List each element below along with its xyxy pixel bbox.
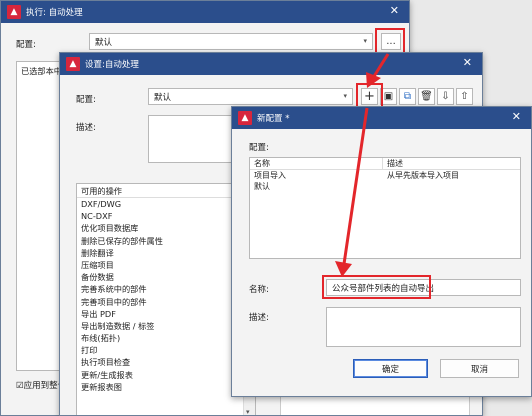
list-item[interactable]: 导出 PDF: [77, 308, 255, 320]
chevron-down-icon: ▾: [343, 92, 347, 100]
app-logo-icon: ▲: [66, 57, 80, 71]
list-item[interactable]: 更新报表图: [77, 381, 255, 393]
window-title: 设置:自动处理: [85, 60, 139, 70]
column-name-header: 名称: [250, 158, 384, 169]
list-item[interactable]: 完善项目中的部件: [77, 296, 255, 308]
window-title: 执行: 自动处理: [26, 8, 83, 18]
config-select-value: 默认: [95, 37, 113, 48]
new-config-window: ▲ 新配置 * ✕ 配置: 名称 描述 项目导入 从早先版本导入项目 默认 名称…: [231, 106, 532, 397]
app-logo-icon: ▲: [7, 5, 21, 19]
list-item[interactable]: DXF/DWG: [77, 198, 255, 210]
available-operations-list[interactable]: 可用的操作 DXF/DWG NC-DXF 优化项目数据库 删除已保存的部件属性 删除翻译…: [76, 183, 256, 415]
chevron-down-icon: ▾: [363, 37, 367, 45]
config-label: 配置:: [76, 95, 96, 105]
list-item[interactable]: 压缩项目: [77, 259, 255, 271]
name-label: 名称:: [249, 285, 269, 295]
row-desc: [383, 181, 520, 192]
more-button[interactable]: ...: [381, 33, 401, 50]
table-header: 名称 描述: [250, 158, 520, 170]
add-config-button[interactable]: +: [361, 88, 378, 105]
chevron-down-icon[interactable]: ▾: [246, 408, 250, 415]
description-label: 描述:: [76, 123, 96, 133]
list-item[interactable]: 执行项目检查: [77, 356, 255, 368]
config-label: 配置:: [16, 40, 36, 50]
list-item[interactable]: 布线(拓扑): [77, 332, 255, 344]
app-logo-icon: ▲: [238, 111, 252, 125]
list-item[interactable]: NC-DXF: [77, 210, 255, 222]
name-input-value: 公众号部件列表的自动导出: [332, 283, 435, 294]
config-label: 配置:: [249, 143, 269, 153]
new-config-titlebar: ▲ 新配置 * ✕: [232, 107, 531, 129]
row-name: 项目导入: [254, 171, 286, 180]
column-desc-header: 描述: [387, 159, 404, 168]
cancel-button[interactable]: 取消: [440, 359, 519, 378]
window-title: 新配置 *: [257, 114, 290, 124]
export-icon[interactable]: ⇧: [456, 88, 473, 105]
close-icon[interactable]: ✕: [463, 56, 472, 69]
config-select[interactable]: 默认 ▾: [148, 88, 353, 105]
list-item[interactable]: 完善系统中的部件: [77, 283, 255, 295]
config-table[interactable]: 名称 描述 项目导入 从早先版本导入项目 默认: [249, 157, 521, 259]
delete-icon[interactable]: 🗑: [418, 88, 435, 105]
list-item[interactable]: 导出制造数据 / 标签: [77, 320, 255, 332]
close-icon[interactable]: ✕: [512, 110, 521, 123]
description-input[interactable]: [326, 307, 521, 347]
list-item[interactable]: 更新/生成报表: [77, 369, 255, 381]
list-item: 已选部本中: [21, 66, 62, 76]
list-item[interactable]: 删除翻译: [77, 247, 255, 259]
list-item[interactable]: 备份数据: [77, 271, 255, 283]
operations-items: DXF/DWG NC-DXF 优化项目数据库 删除已保存的部件属性 删除翻译 压缩项目 备份…: [77, 198, 255, 393]
config-select[interactable]: 默认 ▾: [89, 33, 373, 50]
name-input[interactable]: 公众号部件列表的自动导出: [326, 279, 521, 296]
config-select-value: 默认: [154, 92, 172, 103]
list-item[interactable]: 删除已保存的部件属性: [77, 235, 255, 247]
row-desc: 从早先版本导入项目: [387, 171, 460, 180]
description-label: 描述:: [249, 313, 269, 323]
import-icon[interactable]: ⇩: [437, 88, 454, 105]
ok-button[interactable]: 确定: [353, 359, 428, 378]
close-icon[interactable]: ✕: [390, 4, 399, 17]
row-name: 默认: [254, 182, 270, 191]
list-item[interactable]: 优化项目数据库: [77, 222, 255, 234]
list-item[interactable]: 打印: [77, 344, 255, 356]
table-row[interactable]: 项目导入 从早先版本导入项目: [250, 170, 520, 181]
table-row[interactable]: 默认: [250, 181, 520, 192]
operations-header: 可用的操作: [77, 184, 255, 198]
settings-titlebar: ▲ 设置:自动处理 ✕: [60, 53, 482, 75]
execute-titlebar: ▲ 执行: 自动处理 ✕: [1, 1, 409, 23]
copy-icon[interactable]: ⧉: [399, 88, 416, 105]
save-icon[interactable]: ▣: [380, 88, 397, 105]
